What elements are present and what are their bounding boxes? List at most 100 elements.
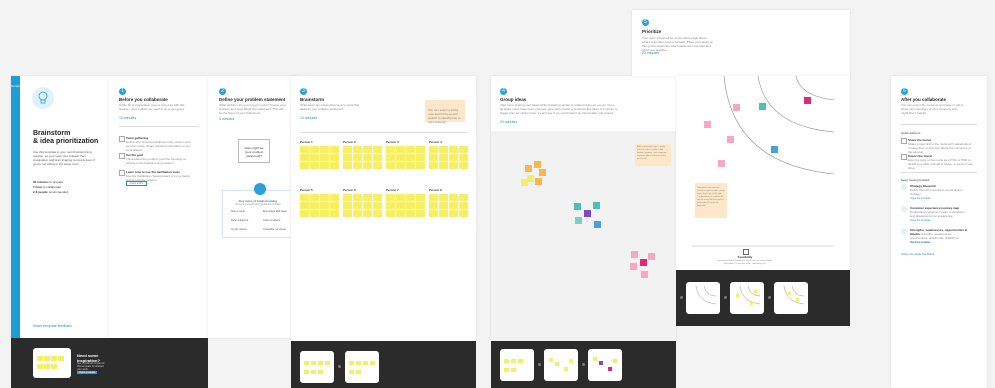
step-badge: 3 [300, 88, 307, 95]
cover-bottom: Need some inspiration? See a finished ve… [11, 338, 208, 388]
brainstorm-text: Write down any ideas that come to mind t… [300, 103, 360, 111]
sticky-note[interactable] [521, 179, 528, 186]
before-text: A little bit of preparation goes a long … [119, 103, 185, 111]
sticky-grid[interactable] [300, 194, 339, 217]
sticky-note[interactable] [727, 136, 734, 143]
define-panel: 2 Define your problem statement What pro… [208, 76, 298, 338]
sticky-grid[interactable] [429, 194, 468, 217]
prioritize-time: 20 minutes [642, 51, 660, 55]
item-icon [119, 136, 125, 142]
person-label: Person 7 [386, 188, 399, 192]
sticky-note[interactable] [648, 253, 655, 260]
feasibility-label: Feasibility [737, 255, 753, 259]
define-time: 5 minutes [219, 117, 235, 121]
step-badge: 1 [119, 88, 126, 95]
step-badge: 4 [500, 88, 507, 95]
after-title: After you collaborate [901, 97, 947, 102]
open-example-button[interactable]: Open example [77, 371, 98, 374]
tip-card: You can select a sticky note and hit the… [425, 100, 465, 124]
brainstorm-thumb-1[interactable] [300, 351, 334, 383]
sticky-note[interactable] [574, 203, 581, 210]
group-thumb-1[interactable] [500, 349, 534, 381]
sticky-grid[interactable] [386, 146, 425, 169]
after-panel: 6 After you collaborate You can export t… [891, 76, 987, 388]
before-title: Before you collaborate [119, 97, 168, 102]
problem-card[interactable]: How might we (your problem statement)? [238, 139, 270, 163]
step-badge: 6 [901, 88, 908, 95]
cover-title: Brainstorm & idea prioritization [33, 130, 99, 145]
group-thumb-3[interactable] [588, 349, 622, 381]
sticky-grid[interactable] [386, 194, 425, 217]
template-label: Template [11, 84, 24, 88]
brainstorm-rules-card: Key rules of brainstorming To run an smo… [222, 183, 294, 238]
person-label: Person 3 [386, 140, 399, 144]
arrow-icon [768, 296, 771, 299]
sticky-note[interactable] [733, 104, 740, 111]
feasibility-text: Regardless of their importance, which ta… [717, 260, 773, 265]
person-label: Person 5 [300, 188, 313, 192]
sticky-grid[interactable] [343, 146, 382, 169]
lightbulb-icon [254, 183, 266, 195]
rule-item: Stay in topic. [231, 210, 246, 213]
sticky-note[interactable] [584, 210, 591, 217]
sticky-note[interactable] [575, 217, 582, 224]
sticky-note[interactable] [631, 251, 638, 258]
prioritize-thumb-1[interactable] [686, 282, 720, 314]
sticky-note[interactable] [535, 178, 542, 185]
cover-panel: Template Brainstorm & idea prioritizatio… [11, 76, 108, 338]
person-label: Person 1 [300, 140, 313, 144]
sticky-note[interactable] [640, 259, 647, 266]
sticky-note[interactable] [718, 160, 725, 167]
sticky-note[interactable] [804, 97, 811, 104]
template-icon [901, 184, 907, 190]
brainstorm-thumb-2[interactable] [345, 351, 379, 383]
rule-item: Defer judgment. [231, 219, 249, 222]
sticky-note[interactable] [771, 146, 778, 153]
cover-description: Use this template in your next brainstor… [33, 150, 95, 166]
after-text: You can export the mural as an image or … [901, 103, 964, 115]
brainstorm-time: 10 minutes [300, 116, 318, 120]
group-panel: 4 Group ideas Take turns sharing your id… [491, 76, 676, 341]
prioritize-title: Prioritize [642, 29, 662, 34]
group-text: Take turns sharing your ideas while clus… [500, 103, 618, 115]
share-icon [901, 138, 907, 144]
sticky-note[interactable] [594, 221, 601, 228]
brainstorm-title: Brainstorm [300, 97, 325, 102]
inspiration-text: See a finished version of this template … [77, 362, 105, 371]
sticky-note[interactable] [704, 121, 711, 128]
brainstorm-panel: 3 Brainstorm Write down any ideas that c… [291, 76, 476, 341]
prioritize-thumb-2[interactable] [730, 282, 764, 314]
group-time: 20 minutes [500, 120, 518, 124]
example-thumbnail[interactable] [33, 348, 71, 378]
sticky-grid[interactable] [343, 194, 382, 217]
stat-people: 2-8 people recommended [33, 190, 68, 194]
sticky-note[interactable] [539, 169, 546, 176]
cover-feedback-link[interactable]: Share template feedback [33, 324, 72, 328]
sticky-grid[interactable] [429, 146, 468, 169]
sticky-note[interactable] [525, 165, 532, 172]
step-badge: 2 [219, 88, 226, 95]
sticky-grid[interactable] [300, 146, 339, 169]
sticky-note[interactable] [641, 271, 648, 278]
prioritize-thumb-3[interactable] [774, 282, 808, 314]
brainstorm-bottom [291, 341, 476, 388]
rule-item: If possible, be visual. [263, 228, 287, 231]
sticky-note[interactable] [534, 161, 541, 168]
template-icon [901, 206, 907, 212]
group-thumb-2[interactable] [544, 349, 578, 381]
before-panel: 1 Before you collaborate A little bit of… [108, 76, 208, 338]
canvas-area[interactable]: Add customizable tags to sticky notes to… [491, 131, 676, 341]
arrow-icon [724, 296, 727, 299]
person-label: Person 4 [429, 140, 442, 144]
lightbulb-icon [32, 87, 54, 109]
prioritize-panel: Participants can use their cursors to po… [676, 76, 850, 270]
arrow-icon [582, 363, 585, 366]
tip-card: Add customizable tags to sticky notes to… [635, 144, 671, 166]
sticky-note[interactable] [630, 263, 637, 270]
after-feedback-link[interactable]: Share template feedback [901, 252, 934, 256]
sticky-note[interactable] [593, 202, 600, 209]
open-article-button[interactable]: Open article [126, 181, 148, 186]
sticky-note[interactable] [527, 175, 534, 182]
keep-moving-heading: Keep moving forward [901, 178, 930, 182]
sticky-note[interactable] [759, 103, 766, 110]
